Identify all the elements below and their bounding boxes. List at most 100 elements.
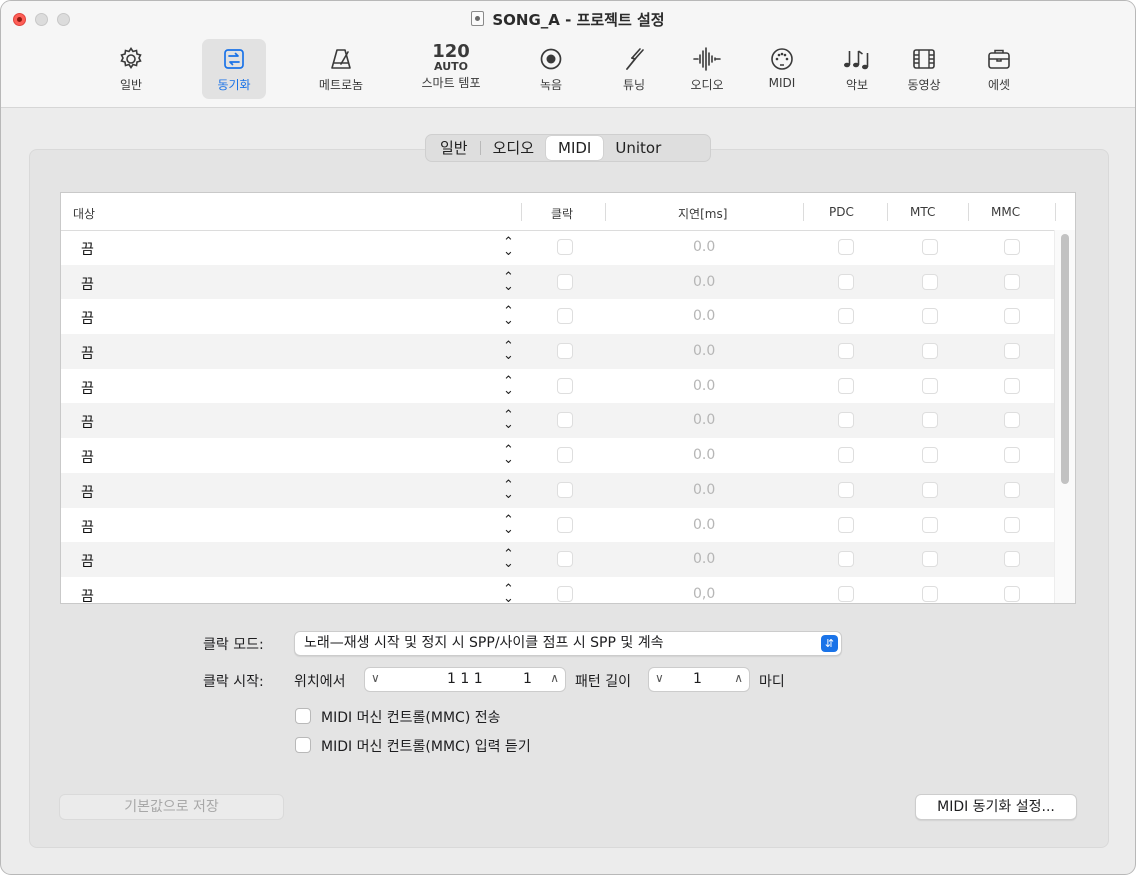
toolbar-item-movie[interactable]: 동영상 bbox=[892, 39, 956, 99]
mtc-checkbox[interactable] bbox=[922, 412, 938, 429]
pdc-checkbox[interactable] bbox=[838, 343, 854, 360]
latency-value[interactable]: 0,0 bbox=[693, 586, 715, 602]
table-row[interactable]: 끔 ⌃ ⌄ 0.0 bbox=[61, 438, 1057, 473]
pattern-length-stepper[interactable]: ∨ 1 ∧ bbox=[648, 667, 750, 692]
latency-value[interactable]: 0.0 bbox=[693, 482, 715, 498]
header-latency[interactable]: 지연[ms] bbox=[678, 205, 727, 222]
header-mtc[interactable]: MTC bbox=[910, 205, 935, 219]
target-popup-chevron-icon[interactable]: ⌃ ⌄ bbox=[503, 236, 514, 258]
mtc-checkbox[interactable] bbox=[922, 273, 938, 290]
target-value[interactable]: 끔 bbox=[81, 447, 94, 467]
mmc-checkbox[interactable] bbox=[1004, 412, 1020, 429]
mtc-checkbox[interactable] bbox=[922, 585, 938, 602]
latency-value[interactable]: 0.0 bbox=[693, 551, 715, 567]
click-checkbox[interactable] bbox=[557, 412, 573, 429]
pdc-checkbox[interactable] bbox=[838, 516, 854, 533]
pdc-checkbox[interactable] bbox=[838, 481, 854, 498]
click-checkbox[interactable] bbox=[557, 447, 573, 464]
chevron-down-icon[interactable]: ∨ bbox=[655, 671, 664, 685]
click-checkbox[interactable] bbox=[557, 273, 573, 290]
target-popup-chevron-icon[interactable]: ⌃ ⌄ bbox=[503, 409, 514, 431]
target-value[interactable]: 끔 bbox=[81, 551, 94, 571]
target-value[interactable]: 끔 bbox=[81, 482, 94, 502]
target-value[interactable]: 끔 bbox=[81, 239, 94, 259]
tab-midi[interactable]: MIDI bbox=[546, 136, 604, 160]
target-value[interactable]: 끔 bbox=[81, 586, 94, 603]
mmc-checkbox[interactable] bbox=[1004, 343, 1020, 360]
mmc-listen-checkbox[interactable] bbox=[295, 737, 311, 753]
midi-sync-settings-button[interactable]: MIDI 동기화 설정... bbox=[915, 794, 1077, 820]
mtc-checkbox[interactable] bbox=[922, 377, 938, 394]
click-checkbox[interactable] bbox=[557, 481, 573, 498]
latency-value[interactable]: 0.0 bbox=[693, 517, 715, 533]
toolbar-item-sync[interactable]: 동기화 bbox=[202, 39, 266, 99]
mtc-checkbox[interactable] bbox=[922, 481, 938, 498]
pdc-checkbox[interactable] bbox=[838, 308, 854, 325]
toolbar-item-midi[interactable]: MIDI bbox=[750, 39, 814, 99]
mmc-checkbox[interactable] bbox=[1004, 239, 1020, 255]
pdc-checkbox[interactable] bbox=[838, 585, 854, 602]
click-checkbox[interactable] bbox=[557, 343, 573, 360]
pdc-checkbox[interactable] bbox=[838, 239, 854, 255]
mtc-checkbox[interactable] bbox=[922, 447, 938, 464]
mmc-listen-label[interactable]: MIDI 머신 컨트롤(MMC) 입력 듣기 bbox=[321, 736, 531, 756]
pdc-checkbox[interactable] bbox=[838, 273, 854, 290]
latency-value[interactable]: 0.0 bbox=[693, 308, 715, 324]
scrollbar-thumb[interactable] bbox=[1061, 234, 1069, 484]
clock-mode-popup[interactable]: 노래—재생 시작 및 정지 시 SPP/사이클 점프 시 SPP 및 계속 ⇵ bbox=[294, 631, 842, 656]
mmc-checkbox[interactable] bbox=[1004, 551, 1020, 568]
toolbar-item-score[interactable]: 악보 bbox=[825, 39, 889, 99]
mmc-checkbox[interactable] bbox=[1004, 447, 1020, 464]
table-row[interactable]: 끔 ⌃ ⌄ 0.0 bbox=[61, 542, 1057, 577]
chevron-up-icon[interactable]: ∧ bbox=[734, 671, 743, 685]
pdc-checkbox[interactable] bbox=[838, 447, 854, 464]
table-row[interactable]: 끔 ⌃ ⌄ 0.0 bbox=[61, 472, 1057, 508]
target-value[interactable]: 끔 bbox=[81, 308, 94, 328]
target-popup-chevron-icon[interactable]: ⌃ ⌄ bbox=[503, 479, 514, 501]
table-row[interactable]: 끔 ⌃ ⌄ 0.0 bbox=[61, 264, 1057, 300]
table-row[interactable]: 끔 ⌃ ⌄ 0.0 bbox=[61, 334, 1057, 369]
toolbar-item-record[interactable]: 녹음 bbox=[519, 39, 583, 99]
target-popup-chevron-icon[interactable]: ⌃ ⌄ bbox=[503, 271, 514, 293]
target-popup-chevron-icon[interactable]: ⌃ ⌄ bbox=[503, 514, 514, 536]
click-checkbox[interactable] bbox=[557, 585, 573, 602]
mmc-checkbox[interactable] bbox=[1004, 585, 1020, 602]
header-target[interactable]: 대상 bbox=[73, 205, 95, 222]
click-checkbox[interactable] bbox=[557, 377, 573, 394]
header-pdc[interactable]: PDC bbox=[829, 205, 854, 219]
header-click[interactable]: 클락 bbox=[551, 205, 573, 222]
mmc-checkbox[interactable] bbox=[1004, 273, 1020, 290]
position-stepper[interactable]: ∨ 1 1 1 1 ∧ bbox=[364, 667, 566, 692]
pdc-checkbox[interactable] bbox=[838, 412, 854, 429]
header-mmc[interactable]: MMC bbox=[991, 205, 1020, 219]
target-value[interactable]: 끔 bbox=[81, 412, 94, 432]
click-checkbox[interactable] bbox=[557, 239, 573, 255]
chevron-up-icon[interactable]: ∧ bbox=[550, 671, 559, 685]
latency-value[interactable]: 0.0 bbox=[693, 274, 715, 290]
target-popup-chevron-icon[interactable]: ⌃ ⌄ bbox=[503, 444, 514, 466]
table-row[interactable]: 끔 ⌃ ⌄ 0.0 bbox=[61, 369, 1057, 404]
click-checkbox[interactable] bbox=[557, 551, 573, 568]
mmc-send-label[interactable]: MIDI 머신 컨트롤(MMC) 전송 bbox=[321, 707, 501, 727]
toolbar-item-general[interactable]: 일반 bbox=[99, 39, 163, 99]
tab-audio[interactable]: 오디오 bbox=[481, 136, 546, 160]
table-row[interactable]: 끔 ⌃ ⌄ 0.0 bbox=[61, 403, 1057, 439]
target-value[interactable]: 끔 bbox=[81, 378, 94, 398]
mmc-checkbox[interactable] bbox=[1004, 377, 1020, 394]
latency-value[interactable]: 0.0 bbox=[693, 239, 715, 255]
mtc-checkbox[interactable] bbox=[922, 343, 938, 360]
target-value[interactable]: 끔 bbox=[81, 343, 94, 363]
table-row[interactable]: 끔 ⌃ ⌄ 0.0 bbox=[61, 230, 1057, 265]
target-popup-chevron-icon[interactable]: ⌃ ⌄ bbox=[503, 305, 514, 327]
mmc-checkbox[interactable] bbox=[1004, 308, 1020, 325]
target-popup-chevron-icon[interactable]: ⌃ ⌄ bbox=[503, 340, 514, 362]
pdc-checkbox[interactable] bbox=[838, 551, 854, 568]
latency-value[interactable]: 0.0 bbox=[693, 447, 715, 463]
target-popup-chevron-icon[interactable]: ⌃ ⌄ bbox=[503, 583, 514, 603]
table-row[interactable]: 끔 ⌃ ⌄ 0,0 bbox=[61, 577, 1057, 603]
mtc-checkbox[interactable] bbox=[922, 551, 938, 568]
target-value[interactable]: 끔 bbox=[81, 517, 94, 537]
toolbar-item-assets[interactable]: 에셋 bbox=[967, 39, 1031, 99]
latency-value[interactable]: 0.0 bbox=[693, 412, 715, 428]
chevron-down-icon[interactable]: ∨ bbox=[371, 671, 380, 685]
